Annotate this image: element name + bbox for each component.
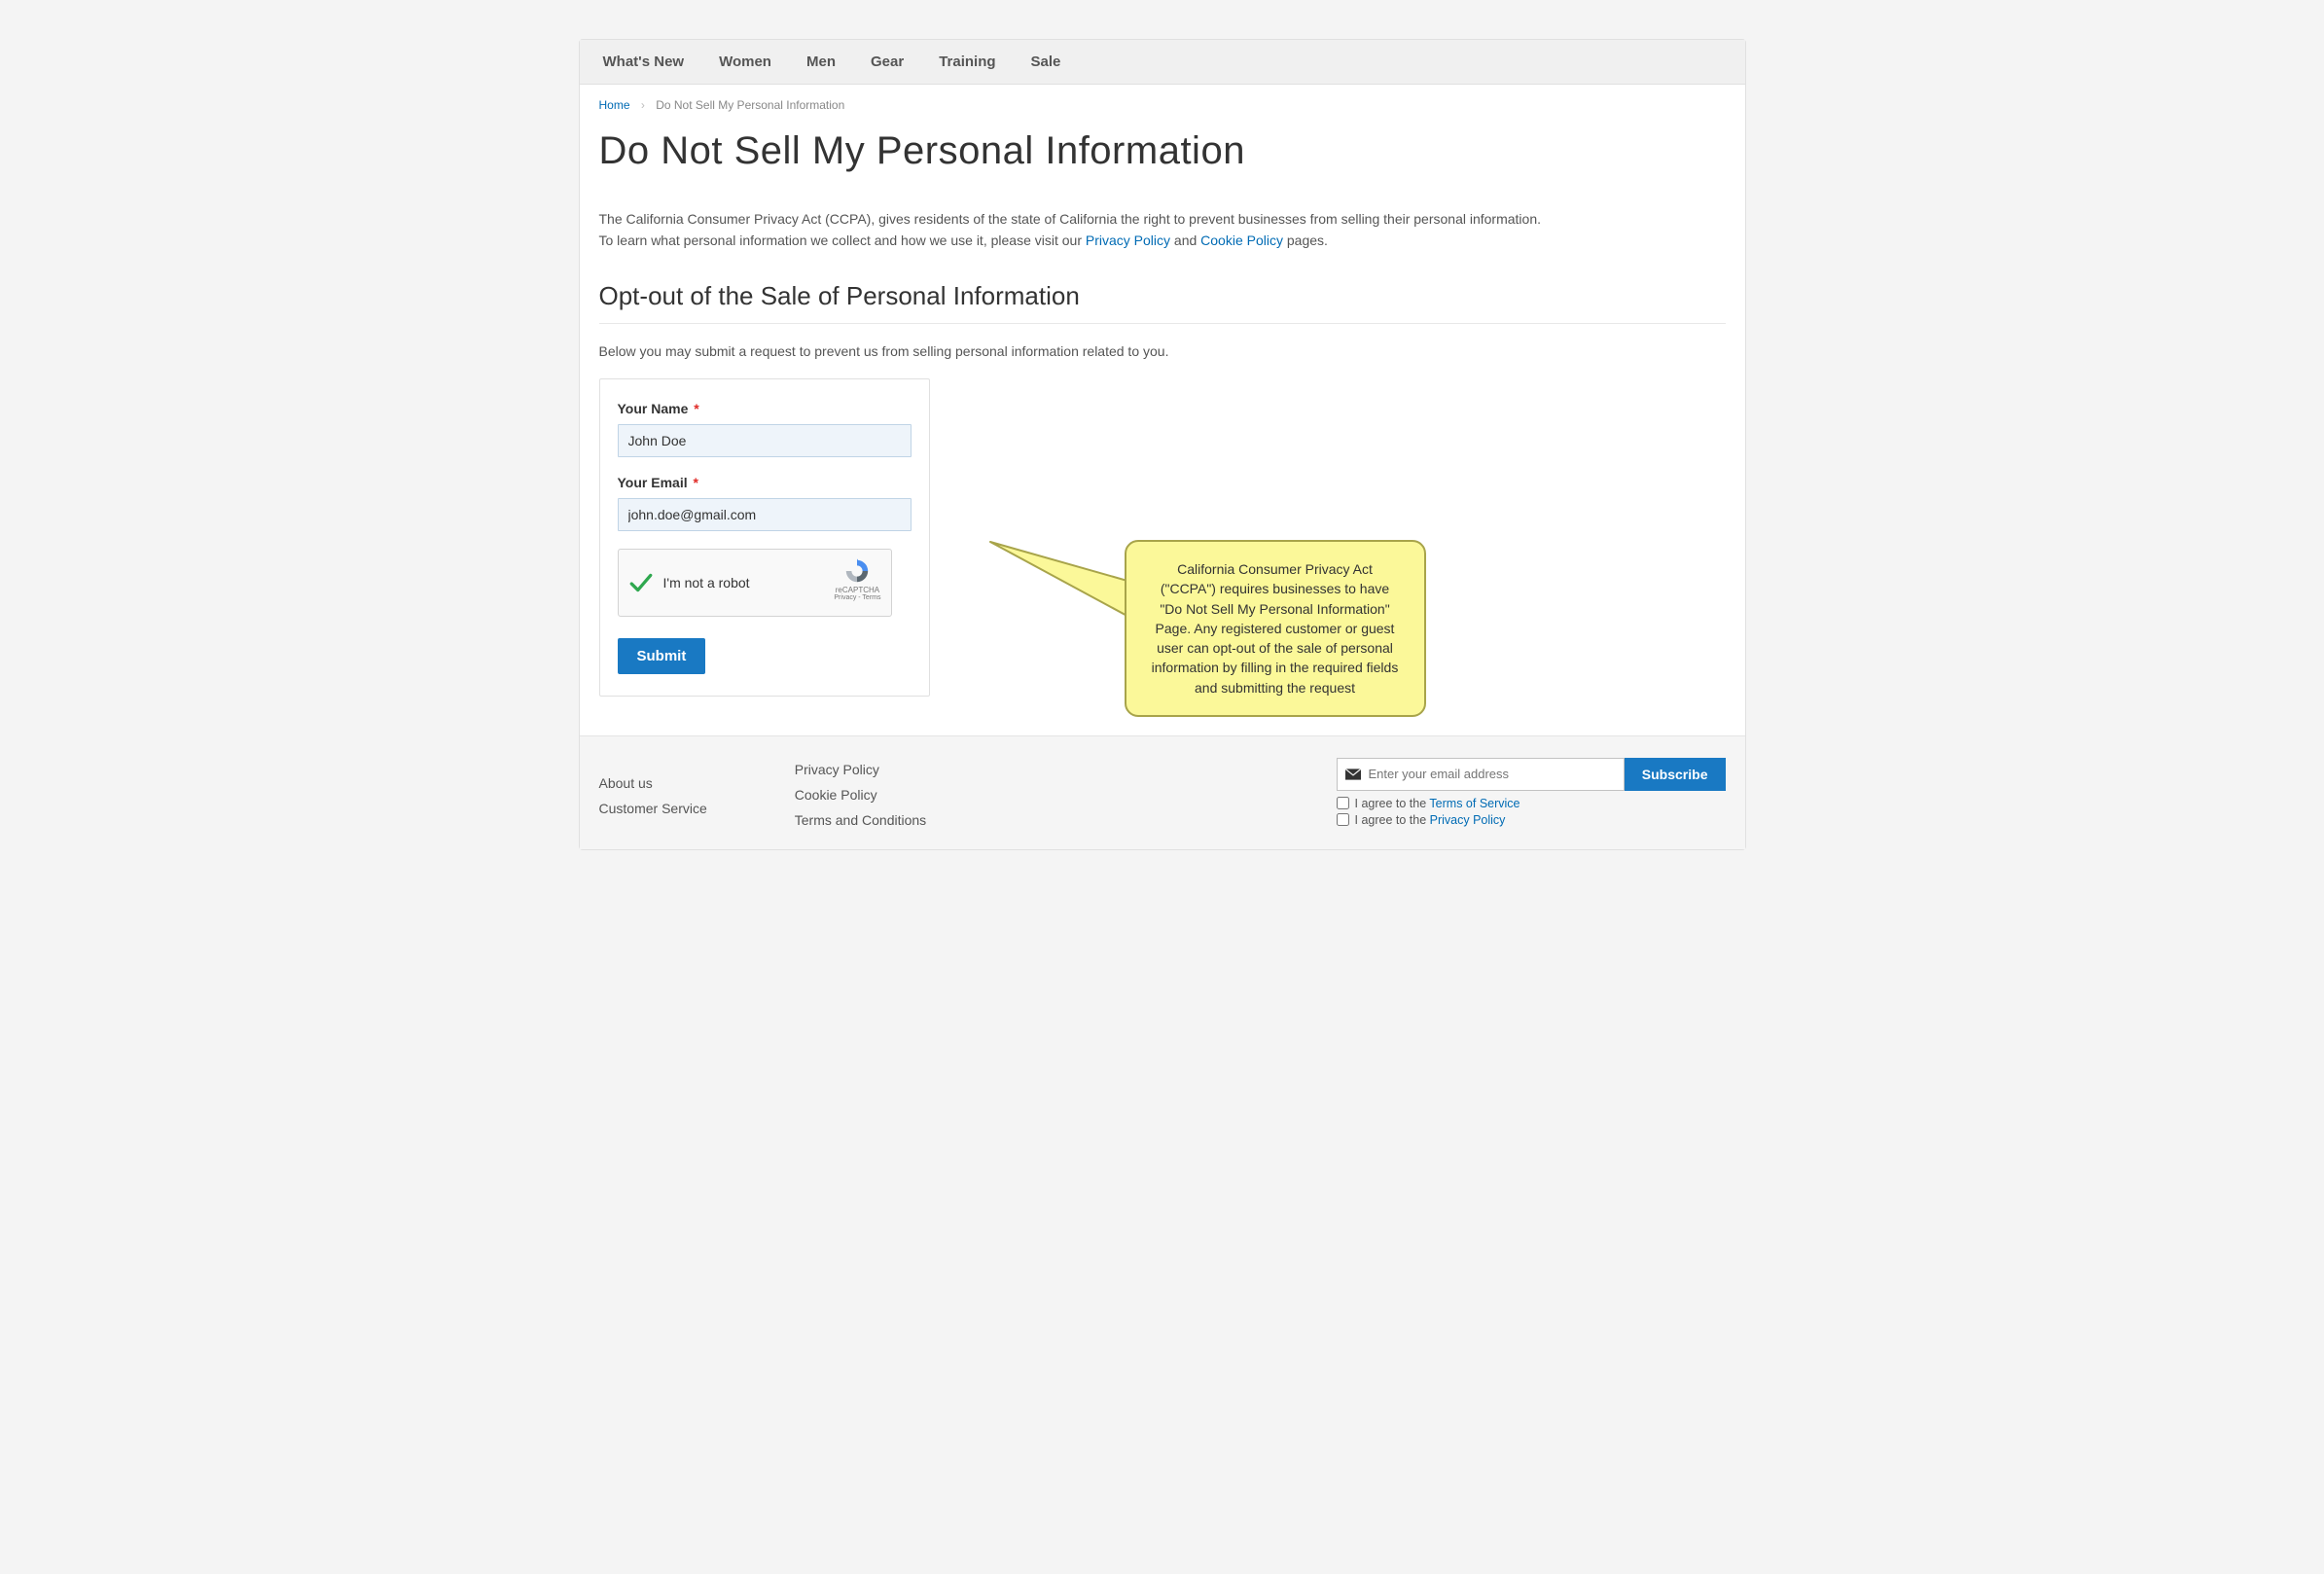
footer-cookie-policy[interactable]: Cookie Policy bbox=[795, 787, 926, 803]
form-description: Below you may submit a request to preven… bbox=[599, 343, 1726, 359]
recaptcha-label: I'm not a robot bbox=[663, 575, 750, 590]
recaptcha-icon bbox=[842, 557, 872, 585]
breadcrumb-home[interactable]: Home bbox=[599, 98, 630, 112]
agree-pp-label: I agree to the Privacy Policy bbox=[1355, 813, 1506, 827]
subscribe-input-wrap bbox=[1337, 758, 1625, 791]
divider bbox=[599, 323, 1726, 324]
top-nav: What's New Women Men Gear Training Sale bbox=[580, 40, 1745, 85]
opt-out-form: Your Name * Your Email * I'm not a robot bbox=[599, 378, 930, 697]
recaptcha-widget[interactable]: I'm not a robot reCAPTCHA Privacy - Term… bbox=[618, 549, 892, 617]
footer-col-1: About us Customer Service bbox=[599, 758, 707, 828]
section-title: Opt-out of the Sale of Personal Informat… bbox=[599, 281, 1726, 311]
tos-link[interactable]: Terms of Service bbox=[1429, 797, 1520, 810]
recaptcha-badge: reCAPTCHA Privacy - Terms bbox=[834, 557, 880, 601]
nav-training[interactable]: Training bbox=[935, 40, 999, 84]
nav-men[interactable]: Men bbox=[803, 40, 840, 84]
footer-privacy-policy[interactable]: Privacy Policy bbox=[795, 762, 926, 777]
subscribe-button[interactable]: Subscribe bbox=[1625, 758, 1726, 791]
submit-button[interactable]: Submit bbox=[618, 638, 706, 674]
agree-tos-checkbox[interactable] bbox=[1337, 797, 1349, 809]
footer: About us Customer Service Privacy Policy… bbox=[580, 735, 1745, 849]
agree-tos-label: I agree to the Terms of Service bbox=[1355, 797, 1520, 810]
footer-subscribe: Subscribe I agree to the Terms of Servic… bbox=[1337, 758, 1726, 828]
name-input[interactable] bbox=[618, 424, 912, 457]
envelope-icon bbox=[1345, 769, 1361, 780]
footer-about-us[interactable]: About us bbox=[599, 775, 707, 791]
chevron-right-icon: › bbox=[641, 98, 645, 112]
email-label: Your Email * bbox=[618, 475, 912, 490]
footer-terms[interactable]: Terms and Conditions bbox=[795, 812, 926, 828]
callout-tail-icon bbox=[988, 540, 1134, 627]
intro-text: The California Consumer Privacy Act (CCP… bbox=[599, 208, 1726, 252]
email-input[interactable] bbox=[618, 498, 912, 531]
nav-sale[interactable]: Sale bbox=[1027, 40, 1065, 84]
breadcrumb-current: Do Not Sell My Personal Information bbox=[656, 98, 844, 112]
subscribe-email-input[interactable] bbox=[1369, 767, 1616, 781]
callout-text: California Consumer Privacy Act ("CCPA")… bbox=[1125, 540, 1426, 717]
name-label: Your Name * bbox=[618, 401, 912, 416]
checkmark-icon bbox=[628, 570, 654, 595]
agree-pp-checkbox[interactable] bbox=[1337, 813, 1349, 826]
nav-women[interactable]: Women bbox=[715, 40, 775, 84]
annotation-callout: California Consumer Privacy Act ("CCPA")… bbox=[988, 540, 1426, 717]
footer-customer-service[interactable]: Customer Service bbox=[599, 801, 707, 816]
cookie-policy-link[interactable]: Cookie Policy bbox=[1200, 233, 1283, 248]
intro-line2: To learn what personal information we co… bbox=[599, 230, 1726, 251]
nav-whats-new[interactable]: What's New bbox=[599, 40, 689, 84]
nav-gear[interactable]: Gear bbox=[867, 40, 908, 84]
pp-link[interactable]: Privacy Policy bbox=[1430, 813, 1506, 827]
privacy-policy-link[interactable]: Privacy Policy bbox=[1086, 233, 1170, 248]
page-title: Do Not Sell My Personal Information bbox=[599, 129, 1726, 173]
footer-col-2: Privacy Policy Cookie Policy Terms and C… bbox=[795, 758, 926, 828]
breadcrumb: Home › Do Not Sell My Personal Informati… bbox=[580, 85, 1745, 112]
intro-line1: The California Consumer Privacy Act (CCP… bbox=[599, 208, 1726, 230]
